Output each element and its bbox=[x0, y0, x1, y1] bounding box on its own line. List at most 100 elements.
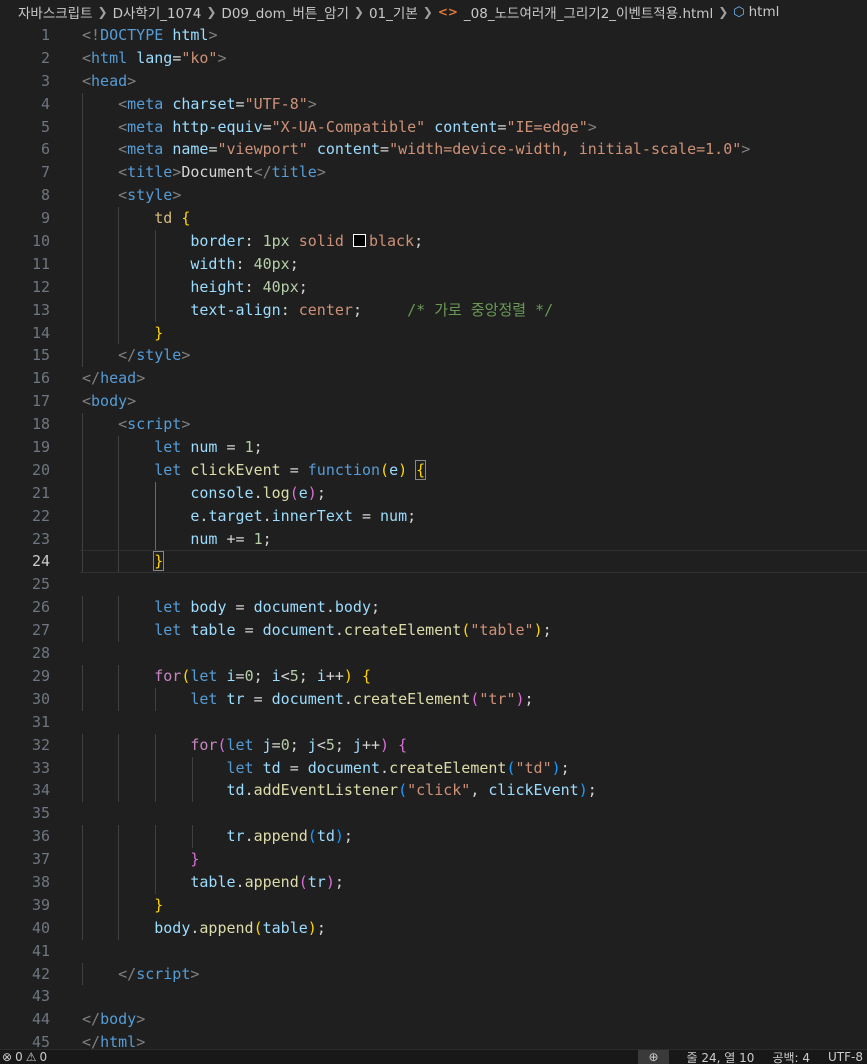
line-number: 22 bbox=[31, 506, 50, 525]
cursor-position[interactable]: 줄 24, 열 10 bbox=[687, 1050, 755, 1064]
breadcrumb-item-folder-3[interactable]: D09_dom_버튼_암기 bbox=[221, 2, 348, 22]
breadcrumb-item-folder-1[interactable]: 자바스크립트 bbox=[18, 2, 93, 22]
line-number: 33 bbox=[31, 758, 50, 777]
line-number: 4 bbox=[40, 94, 50, 113]
line-number: 29 bbox=[31, 666, 50, 685]
code-text: for(let j=0; j<5; j++) { bbox=[82, 733, 867, 757]
code-text: let tr = document.createElement("tr"); bbox=[82, 687, 867, 711]
breadcrumb-item-folder-2[interactable]: D사학기_1074 bbox=[113, 2, 202, 22]
line-number: 18 bbox=[31, 415, 50, 434]
line-number: 9 bbox=[40, 209, 50, 228]
code-line[interactable]: 4 <meta charset="UTF-8"> bbox=[0, 92, 867, 116]
code-text: <meta http-equiv="X-UA-Compatible" conte… bbox=[82, 115, 867, 139]
code-text: table.append(tr); bbox=[82, 870, 867, 894]
code-line[interactable]: 35 bbox=[0, 802, 867, 825]
line-number: 7 bbox=[40, 163, 50, 182]
indentation[interactable]: 공백: 4 bbox=[772, 1050, 810, 1064]
code-line[interactable]: 5 <meta http-equiv="X-UA-Compatible" con… bbox=[0, 115, 867, 139]
code-text: border: 1px solid black; bbox=[82, 230, 867, 253]
code-line[interactable]: 22 e.target.innerText = num; bbox=[0, 504, 867, 528]
code-line[interactable]: 38 table.append(tr); bbox=[0, 870, 867, 894]
code-line[interactable]: 40 body.append(table); bbox=[0, 916, 867, 940]
line-number: 31 bbox=[31, 712, 50, 731]
code-line[interactable]: 7 <title>Document</title> bbox=[0, 161, 867, 185]
code-line[interactable]: 16 </head> bbox=[0, 367, 867, 390]
line-number: 26 bbox=[31, 598, 50, 617]
breadcrumb-item-symbol[interactable]: html bbox=[749, 4, 780, 20]
code-line[interactable]: 30 let tr = document.createElement("tr")… bbox=[0, 687, 867, 711]
code-text: width: 40px; bbox=[82, 252, 867, 276]
line-number: 11 bbox=[31, 254, 50, 273]
code-line[interactable]: 33 let td = document.createElement("td")… bbox=[0, 756, 867, 780]
line-number: 39 bbox=[31, 895, 50, 914]
code-line[interactable]: 25 bbox=[0, 573, 867, 596]
code-text: <title>Document</title> bbox=[82, 161, 867, 185]
code-line[interactable]: 42 </script> bbox=[0, 962, 867, 986]
code-line[interactable]: 20 let clickEvent = function(e) { bbox=[0, 458, 867, 482]
encoding[interactable]: UTF-8 bbox=[828, 1050, 863, 1064]
breadcrumb: 자바스크립트 ❯ D사학기_1074 ❯ D09_dom_버튼_암기 ❯ 01_… bbox=[0, 0, 867, 24]
code-line[interactable]: 1 <!DOCTYPE html> bbox=[0, 24, 867, 47]
zoom-icon[interactable]: ⊕ bbox=[638, 1050, 669, 1064]
code-text: tr.append(td); bbox=[82, 825, 867, 849]
code-line[interactable]: 29 for(let i=0; i<5; i++) { bbox=[0, 664, 867, 688]
code-line[interactable]: 34 td.addEventListener("click", clickEve… bbox=[0, 779, 867, 803]
code-line[interactable]: 2 <html lang="ko"> bbox=[0, 47, 867, 70]
code-line[interactable]: 32 for(let j=0; j<5; j++) { bbox=[0, 733, 867, 757]
code-line[interactable]: 37 } bbox=[0, 848, 867, 871]
code-line-current[interactable]: 24 } bbox=[0, 550, 867, 574]
code-text: <!DOCTYPE html> bbox=[82, 26, 218, 44]
line-number: 6 bbox=[40, 140, 50, 159]
chevron-right-icon: ❯ bbox=[353, 5, 364, 19]
line-number: 44 bbox=[31, 1010, 50, 1029]
code-line[interactable]: 45 </html> bbox=[0, 1031, 867, 1050]
code-line[interactable]: 17 <body> bbox=[0, 390, 867, 413]
code-line[interactable]: 13 text-align: center; /* 가로 중앙정렬 */ bbox=[0, 298, 867, 322]
code-line[interactable]: 26 let body = document.body; bbox=[0, 596, 867, 620]
code-line[interactable]: 28 bbox=[0, 642, 867, 665]
code-line[interactable]: 14 } bbox=[0, 321, 867, 345]
problems-indicator[interactable]: ⊗ 0 ⚠ 0 bbox=[0, 1050, 47, 1064]
code-text: </script> bbox=[82, 962, 867, 986]
code-text: num += 1; bbox=[82, 527, 867, 551]
code-line[interactable]: 36 tr.append(td); bbox=[0, 825, 867, 849]
line-number: 45 bbox=[31, 1033, 50, 1050]
code-line[interactable]: 39 } bbox=[0, 893, 867, 917]
chevron-right-icon: ❯ bbox=[422, 5, 433, 19]
line-number: 35 bbox=[31, 804, 50, 823]
code-line[interactable]: 18 <script> bbox=[0, 413, 867, 437]
chevron-right-icon: ❯ bbox=[206, 5, 217, 19]
code-line[interactable]: 27 let table = document.createElement("t… bbox=[0, 619, 867, 643]
line-number: 41 bbox=[31, 941, 50, 960]
line-number: 25 bbox=[31, 575, 50, 594]
code-line[interactable]: 44 </body> bbox=[0, 1008, 867, 1031]
code-line[interactable]: 15 </style> bbox=[0, 344, 867, 368]
code-editor[interactable]: 1 <!DOCTYPE html> 2 <html lang="ko"> 3 <hea… bbox=[0, 24, 867, 1050]
code-line[interactable]: 11 width: 40px; bbox=[0, 252, 867, 276]
code-line[interactable]: 12 height: 40px; bbox=[0, 275, 867, 299]
code-line[interactable]: 9 td { bbox=[0, 207, 867, 231]
code-line[interactable]: 23 num += 1; bbox=[0, 527, 867, 551]
line-number-active: 24 bbox=[31, 552, 50, 571]
code-text: </html> bbox=[82, 1033, 146, 1050]
breadcrumb-item-file[interactable]: _08_노드여러개_그리기2_이벤트적용.html bbox=[464, 2, 713, 22]
warning-count: 0 bbox=[39, 1050, 48, 1064]
breadcrumb-item-folder-4[interactable]: 01_기본 bbox=[369, 2, 418, 22]
code-line[interactable]: 10 border: 1px solid black; bbox=[0, 230, 867, 253]
line-number: 28 bbox=[31, 644, 50, 663]
code-line[interactable]: 21 console.log(e); bbox=[0, 481, 867, 505]
status-bar: ⊗ 0 ⚠ 0 ⊕ 줄 24, 열 10 공백: 4 UTF-8 bbox=[0, 1049, 867, 1064]
code-line[interactable]: 8 <style> bbox=[0, 184, 867, 208]
color-swatch-black[interactable] bbox=[352, 234, 366, 248]
line-number: 8 bbox=[40, 186, 50, 205]
code-text: <meta charset="UTF-8"> bbox=[82, 92, 867, 116]
line-number: 10 bbox=[31, 232, 50, 251]
code-line[interactable]: 19 let num = 1; bbox=[0, 436, 867, 459]
code-line[interactable]: 43 bbox=[0, 985, 867, 1008]
code-line[interactable]: 31 bbox=[0, 711, 867, 734]
line-number: 43 bbox=[31, 987, 50, 1006]
code-line[interactable]: 6 <meta name="viewport" content="width=d… bbox=[0, 138, 867, 162]
code-line[interactable]: 3 <head> bbox=[0, 70, 867, 93]
code-line[interactable]: 41 bbox=[0, 940, 867, 963]
code-text: } bbox=[80, 550, 867, 574]
